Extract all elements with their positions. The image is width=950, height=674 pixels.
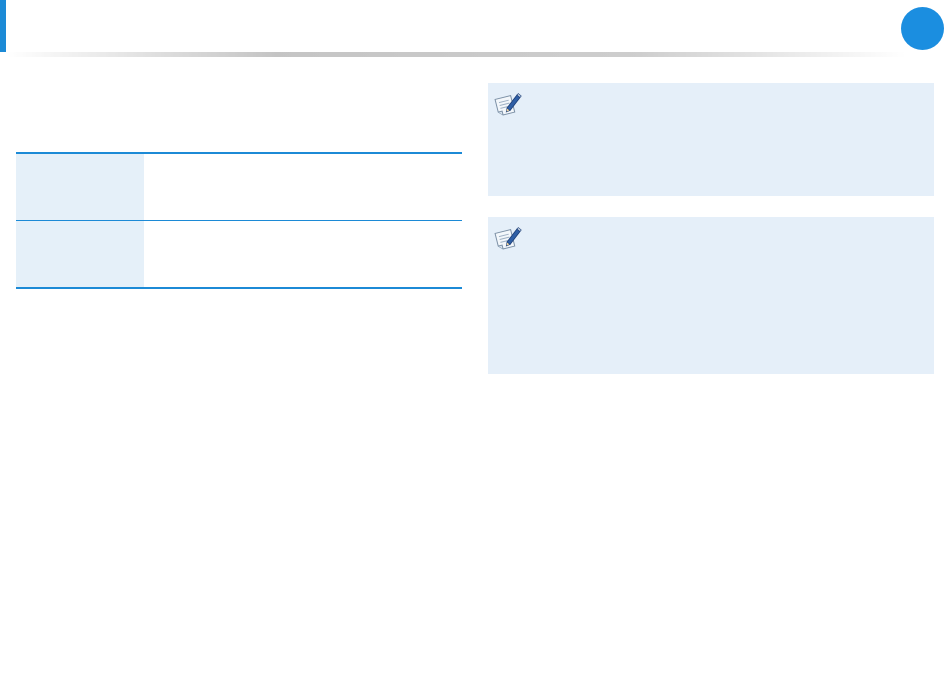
- table-row: [16, 153, 462, 221]
- header-divider: [6, 52, 906, 57]
- table-value-cell: [144, 153, 462, 221]
- table-label-cell: [16, 153, 144, 221]
- table-label-cell: [16, 220, 144, 288]
- spec-table: [16, 152, 462, 289]
- header-accent-bar: [0, 0, 6, 52]
- table-row: [16, 220, 462, 289]
- page-header: [0, 0, 950, 57]
- table-value-cell: [144, 221, 462, 289]
- note-box: [488, 83, 934, 196]
- page-number-badge: [901, 7, 944, 50]
- note-box: [488, 217, 934, 374]
- note-pencil-icon: [494, 93, 522, 116]
- note-pencil-icon: [494, 227, 522, 250]
